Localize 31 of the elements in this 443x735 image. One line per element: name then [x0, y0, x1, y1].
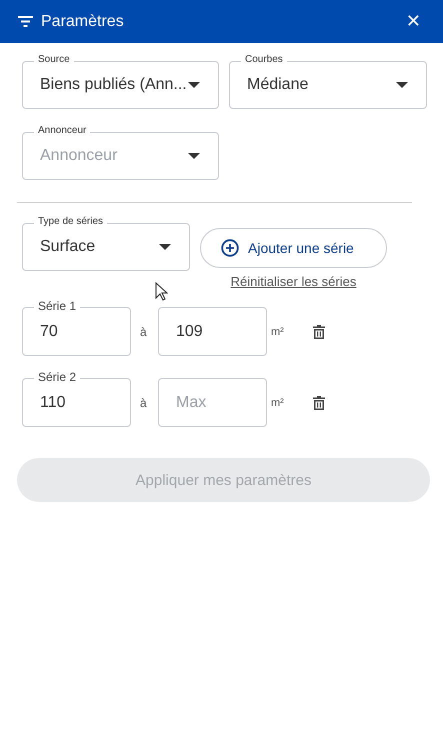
caret-icon — [188, 153, 200, 159]
source-select[interactable]: Biens publiés (Ann... — [22, 61, 219, 109]
caret-icon — [188, 82, 200, 88]
range-separator: à — [140, 324, 148, 338]
trash-icon[interactable] — [312, 396, 325, 410]
panel-title: Paramètres — [41, 12, 125, 30]
field-value: 110 — [40, 394, 67, 412]
filter-icon — [18, 16, 33, 27]
field-placeholder: Max — [176, 394, 208, 412]
field-value: 70 — [40, 322, 59, 340]
select-value: Annonceur — [40, 147, 118, 165]
caret-icon — [159, 244, 171, 250]
plus-circle-icon — [221, 239, 239, 257]
trash-icon[interactable] — [312, 324, 325, 338]
reset-series-link[interactable]: Réinitialiser les séries — [230, 274, 356, 289]
select-value: Médiane — [247, 76, 310, 94]
pointer-icon — [155, 282, 168, 301]
field-value: 109 — [176, 322, 204, 340]
close-button[interactable]: ✕ — [404, 11, 423, 32]
unit-label: m² — [271, 396, 284, 408]
select-value: Biens publiés (Ann... — [40, 76, 188, 94]
select-value: Surface — [40, 238, 96, 256]
series-label: Série 2 — [34, 370, 80, 384]
number-field[interactable]: 109 — [158, 307, 267, 356]
field-label: Type de séries — [34, 216, 108, 228]
series-label: Série 1 — [34, 299, 80, 313]
range-separator: à — [140, 396, 148, 410]
add-series-button[interactable]: Ajouter une série — [200, 228, 387, 268]
unit-label: m² — [271, 326, 284, 338]
caret-icon — [396, 82, 408, 88]
curves-select[interactable]: Médiane — [229, 61, 427, 109]
